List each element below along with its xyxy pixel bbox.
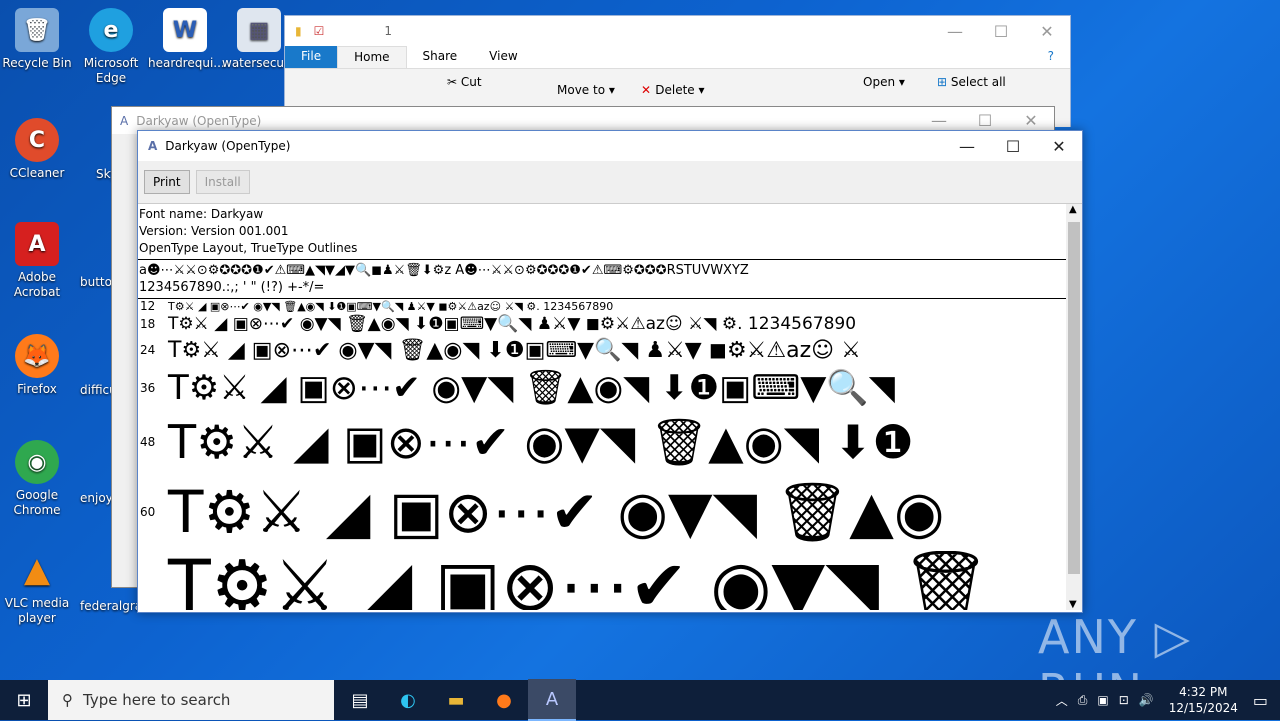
task-view-button[interactable]: ▤ xyxy=(336,680,384,720)
tab-share[interactable]: Share xyxy=(407,46,474,68)
close-button[interactable]: ✕ xyxy=(1036,131,1082,161)
quick-access-toolbar[interactable]: ☑ xyxy=(314,24,325,38)
windows-logo-icon: ⊞ xyxy=(16,689,32,711)
clock[interactable]: 4:32 PM 12/15/2024 xyxy=(1169,684,1238,716)
explorer-ribbon-tabs: File Home Share View ? xyxy=(285,46,1070,68)
charset-line-2: 1234567890.:,; ' " (!?) +-*/= xyxy=(139,280,325,295)
explorer-titlebar: ▮ ☑ 1 — ☐ ✕ xyxy=(285,16,1070,46)
font-viewer-toolbar: Print Install xyxy=(138,161,1082,204)
print-button[interactable]: Print xyxy=(144,170,190,194)
firefox-icon: ● xyxy=(496,689,512,711)
font-outline-type: OpenType Layout, TrueType Outlines xyxy=(139,241,358,255)
font-file-icon: A xyxy=(120,113,129,128)
tab-view[interactable]: View xyxy=(473,46,533,68)
charset-line-1: a☻⋯⚔⚔⊙⚙✪✪✪❶✔⚠⌨▲◥▼◢▼🔍◼♟⚔🗑⬇⚙z A☻⋯⚔⚔⊙⚙✪✪✪❶✔… xyxy=(139,263,749,278)
taskbar-font-viewer-button[interactable]: A xyxy=(528,679,576,721)
folder-icon: ▮ xyxy=(295,24,302,38)
volume-icon[interactable]: 🔊 xyxy=(1139,693,1154,707)
maximize-button[interactable]: ☐ xyxy=(990,131,1036,161)
image-file-icon: ▦ xyxy=(237,8,281,52)
font-preview-area[interactable]: Font name: Darkyaw Version: Version 001.… xyxy=(138,204,1066,610)
acrobat-icon: A xyxy=(15,222,59,266)
move-to-button[interactable]: Move to ▾ xyxy=(557,83,615,97)
edge-icon: ◐ xyxy=(400,689,416,711)
open-button[interactable]: Open ▾ xyxy=(863,75,905,89)
desktop-icon-edge[interactable]: e Microsoft Edge xyxy=(74,8,148,86)
font-viewer-title: Darkyaw (OpenType) xyxy=(165,139,291,153)
clock-time: 4:32 PM xyxy=(1179,685,1228,699)
font-file-icon: A xyxy=(148,139,158,153)
sample-row: 36 T⚙⚔ ◢ ▣⊗⋯✔ ◉▼◥ 🗑▲◉◥ ⬇❶▣⌨▼🔍◥ xyxy=(140,368,895,408)
font-viewer-titlebar: A Darkyaw (OpenType) — ☐ ✕ xyxy=(138,131,1082,161)
taskbar-explorer-button[interactable]: ▬ xyxy=(432,680,480,720)
taskbar-edge-button[interactable]: ◐ xyxy=(384,680,432,720)
scroll-up-arrow-icon[interactable]: ▲ xyxy=(1069,204,1077,215)
select-all-icon: ⊞ xyxy=(937,75,951,89)
tab-home[interactable]: Home xyxy=(337,46,407,68)
font-name: Font name: Darkyaw xyxy=(139,207,264,221)
tab-file[interactable]: File xyxy=(285,46,338,68)
search-icon: ⚲ xyxy=(62,691,73,709)
font-viewer-window[interactable]: A Darkyaw (OpenType) — ☐ ✕ Print Install… xyxy=(137,130,1083,613)
sample-row: T⚙⚔ ◢ ▣⊗⋯✔ ◉▼◥ 🗑 xyxy=(168,551,991,610)
sample-row: 60 T⚙⚔ ◢ ▣⊗⋯✔ ◉▼◥ 🗑▲◉ xyxy=(140,477,945,546)
explorer-title: 1 xyxy=(384,24,393,38)
charset-preview: a☻⋯⚔⚔⊙⚙✪✪✪❶✔⚠⌨▲◥▼◢▼🔍◼♟⚔🗑⬇⚙z A☻⋯⚔⚔⊙⚙✪✪✪❶✔… xyxy=(138,260,1066,298)
vertical-scrollbar[interactable]: ▲ ▼ xyxy=(1066,204,1082,610)
desktop-icon-ccleaner[interactable]: C CCleaner xyxy=(0,118,74,181)
font-version: Version: Version 001.001 xyxy=(139,224,289,238)
font-viewer-icon: A xyxy=(545,688,559,710)
notifications-icon[interactable]: ▭ xyxy=(1253,691,1268,710)
cut-button[interactable]: ✂ Cut xyxy=(447,75,482,89)
select-all-button[interactable]: ⊞ Select all xyxy=(937,75,1006,89)
taskbar-search-box[interactable]: ⚲ Type here to search xyxy=(48,680,334,720)
font-viewer-back-title: Darkyaw (OpenType) xyxy=(136,113,262,128)
sample-row: 48 T⚙⚔ ◢ ▣⊗⋯✔ ◉▼◥ 🗑▲◉◥ ⬇❶ xyxy=(140,414,914,469)
printer-icon[interactable]: ⎙ xyxy=(1078,693,1088,708)
word-document-icon: W xyxy=(163,8,207,52)
desktop-icon-recycle-bin[interactable]: 🗑 Recycle Bin xyxy=(0,8,74,71)
desktop-icon-heardrequi[interactable]: W heardrequi... xyxy=(148,8,225,71)
firefox-icon: 🦊 xyxy=(15,334,59,378)
explorer-minimize-button[interactable]: — xyxy=(932,16,978,46)
recycle-bin-icon: 🗑 xyxy=(15,8,59,52)
network-icon[interactable]: ⊡ xyxy=(1119,693,1129,707)
desktop-icon-adobe-acrobat[interactable]: A Adobe Acrobat xyxy=(0,222,74,300)
help-icon[interactable]: ? xyxy=(1032,46,1070,68)
desktop-partial-label-butto: butto xyxy=(80,275,112,289)
delete-x-icon: ✕ xyxy=(641,83,656,97)
sample-row: 24 T⚙⚔ ◢ ▣⊗⋯✔ ◉▼◥ 🗑▲◉◥ ⬇❶▣⌨▼🔍◥ ♟⚔▼ ◼⚙⚔⚠a… xyxy=(140,337,861,363)
desktop-icon-chrome[interactable]: ◉ Google Chrome xyxy=(0,440,74,518)
start-button[interactable]: ⊞ xyxy=(0,680,48,720)
clock-date: 12/15/2024 xyxy=(1168,701,1238,715)
search-placeholder: Type here to search xyxy=(83,691,231,709)
install-button[interactable]: Install xyxy=(195,170,250,194)
sample-row: 18 T⚙⚔ ◢ ▣⊗⋯✔ ◉▼◥ 🗑▲◉◥ ⬇❶▣⌨▼🔍◥ ♟⚔▼ ◼⚙⚔⚠a… xyxy=(140,314,857,334)
scissors-icon: ✂ xyxy=(447,75,461,89)
minimize-button[interactable]: — xyxy=(944,131,990,161)
delete-button[interactable]: ✕ Delete ▾ xyxy=(641,83,705,97)
scrollbar-thumb[interactable] xyxy=(1068,222,1080,574)
desktop-icon-firefox[interactable]: 🦊 Firefox xyxy=(0,334,74,397)
folder-icon: ▬ xyxy=(447,689,465,711)
scroll-down-arrow-icon[interactable]: ▼ xyxy=(1069,599,1077,610)
explorer-close-button[interactable]: ✕ xyxy=(1024,16,1070,46)
explorer-maximize-button[interactable]: ☐ xyxy=(978,16,1024,46)
device-icon[interactable]: ▣ xyxy=(1097,693,1108,707)
font-info: Font name: Darkyaw Version: Version 001.… xyxy=(138,204,1066,259)
sample-row: 12 T⚙⚔ ◢ ▣⊗⋯✔ ◉▼◥ 🗑▲◉◥ ⬇❶▣⌨▼🔍◥ ♟⚔▼ ◼⚙⚔⚠a… xyxy=(140,299,614,313)
taskbar-firefox-button[interactable]: ● xyxy=(480,680,528,720)
taskbar: ⊞ ⚲ Type here to search ▤ ◐ ▬ ● A ︿ ⎙ ▣ … xyxy=(0,679,1280,721)
desktop-icon-vlc[interactable]: ▲ VLC media player xyxy=(0,548,74,626)
chrome-icon: ◉ xyxy=(15,440,59,484)
edge-icon: e xyxy=(89,8,133,52)
system-tray: ︿ ⎙ ▣ ⊡ 🔊 4:32 PM 12/15/2024 ▭ xyxy=(1051,680,1280,720)
show-hidden-icons-icon[interactable]: ︿ xyxy=(1056,692,1068,709)
ccleaner-icon: C xyxy=(15,118,59,162)
vlc-icon: ▲ xyxy=(23,549,51,590)
